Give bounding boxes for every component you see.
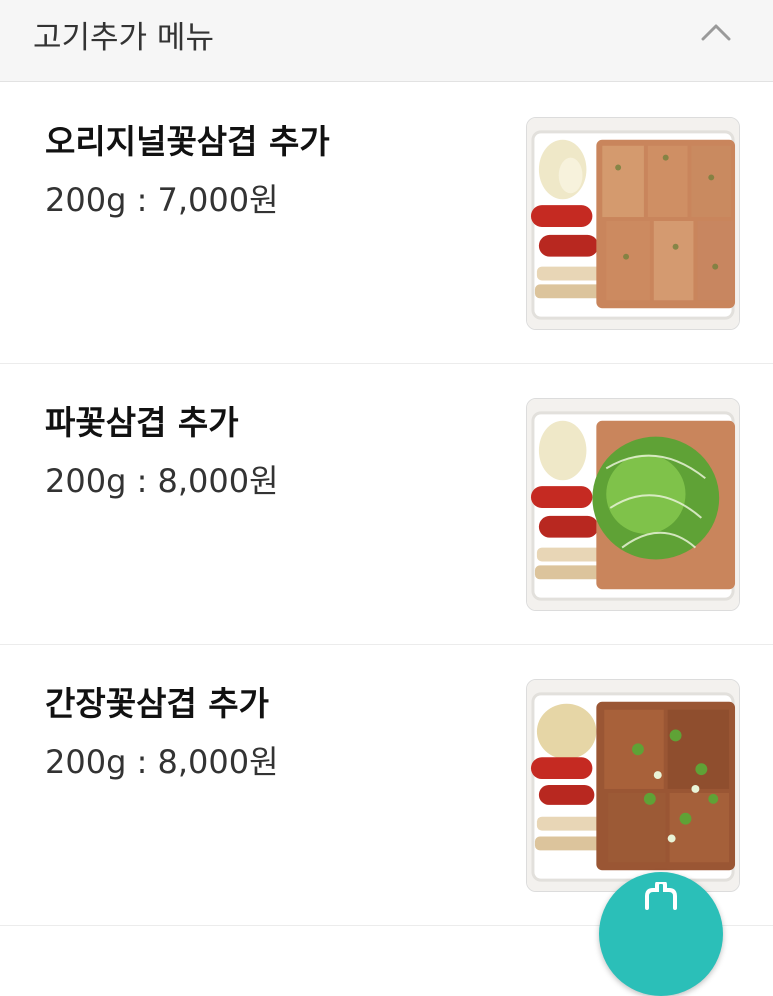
item-price: 200g : 8,000원 [45, 743, 279, 781]
section-title: 고기추가 메뉴 [33, 20, 214, 56]
item-name: 간장꽃삼겹 추가 [45, 684, 270, 723]
item-price: 200g : 7,000원 [45, 181, 279, 219]
item-name: 파꽃삼겹 추가 [45, 403, 239, 442]
chevron-up-icon [701, 24, 731, 41]
menu-item-green-onion[interactable]: 파꽃삼겹 추가 200g : 8,000원 [0, 364, 773, 645]
food-photo-green-onion-image [527, 399, 739, 610]
section-header[interactable]: 고기추가 메뉴 [0, 0, 773, 82]
item-price: 200g : 8,000원 [45, 462, 279, 500]
fab-icon [645, 882, 677, 910]
food-photo-original-image [527, 118, 739, 329]
item-name: 오리지널꽃삼겹 추가 [45, 122, 330, 161]
food-photo-soy-sauce[interactable] [526, 679, 740, 892]
food-photo-original[interactable] [526, 117, 740, 330]
floating-action-button[interactable] [599, 872, 723, 996]
food-photo-soy-sauce-image [527, 680, 739, 891]
menu-item-original[interactable]: 오리지널꽃삼겹 추가 200g : 7,000원 [0, 83, 773, 364]
food-photo-green-onion[interactable] [526, 398, 740, 611]
collapse-button[interactable] [694, 14, 738, 50]
